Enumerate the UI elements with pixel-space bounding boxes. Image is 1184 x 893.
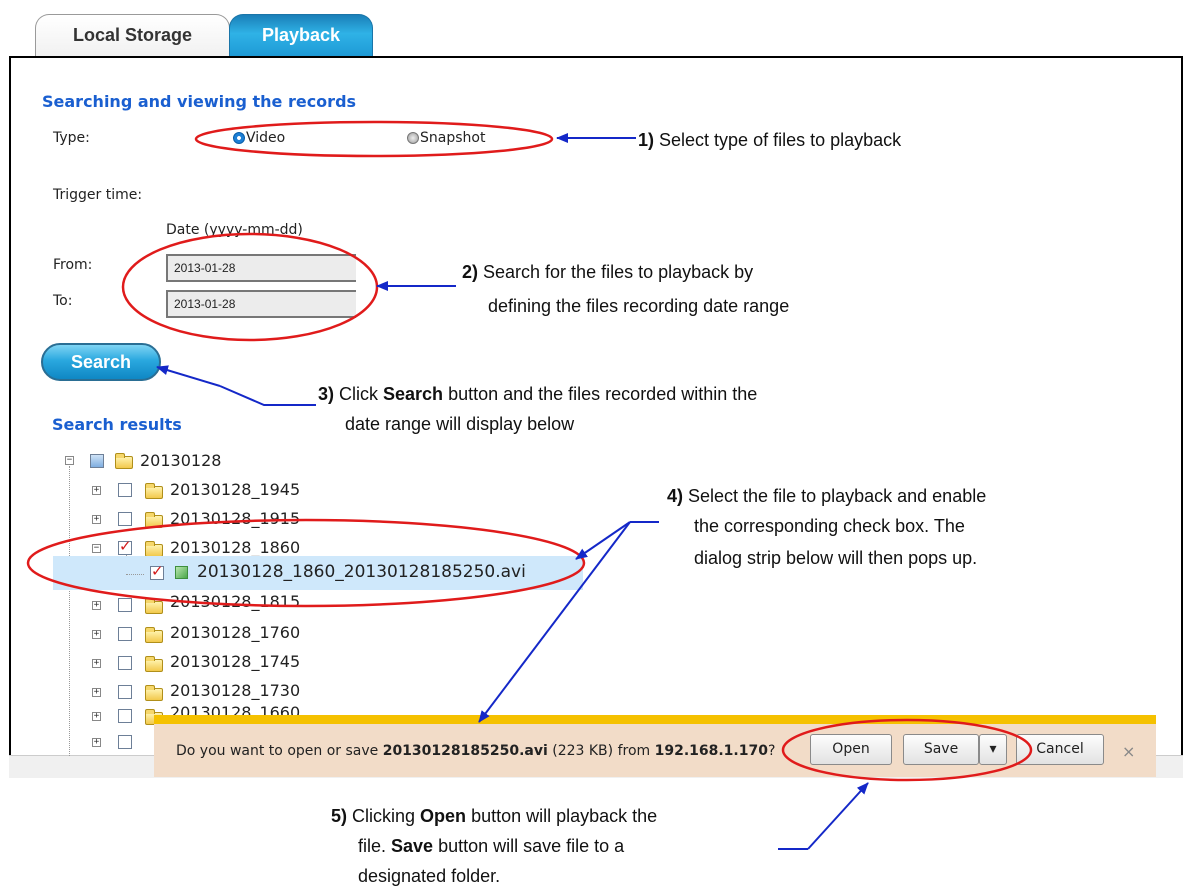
- annotation-overlay: [26, 120, 1033, 850]
- highlight-buttons-ellipse: [781, 718, 1033, 782]
- arrow-5: [807, 782, 869, 850]
- arrow-3-path: [219, 385, 316, 406]
- highlight-file-ellipse: [26, 518, 586, 608]
- highlight-date-ellipse: [121, 232, 379, 342]
- highlight-type-ellipse: [194, 120, 554, 158]
- arrow-4a: [575, 521, 631, 560]
- arrow-3: [156, 365, 221, 387]
- arrow-4b: [478, 521, 631, 723]
